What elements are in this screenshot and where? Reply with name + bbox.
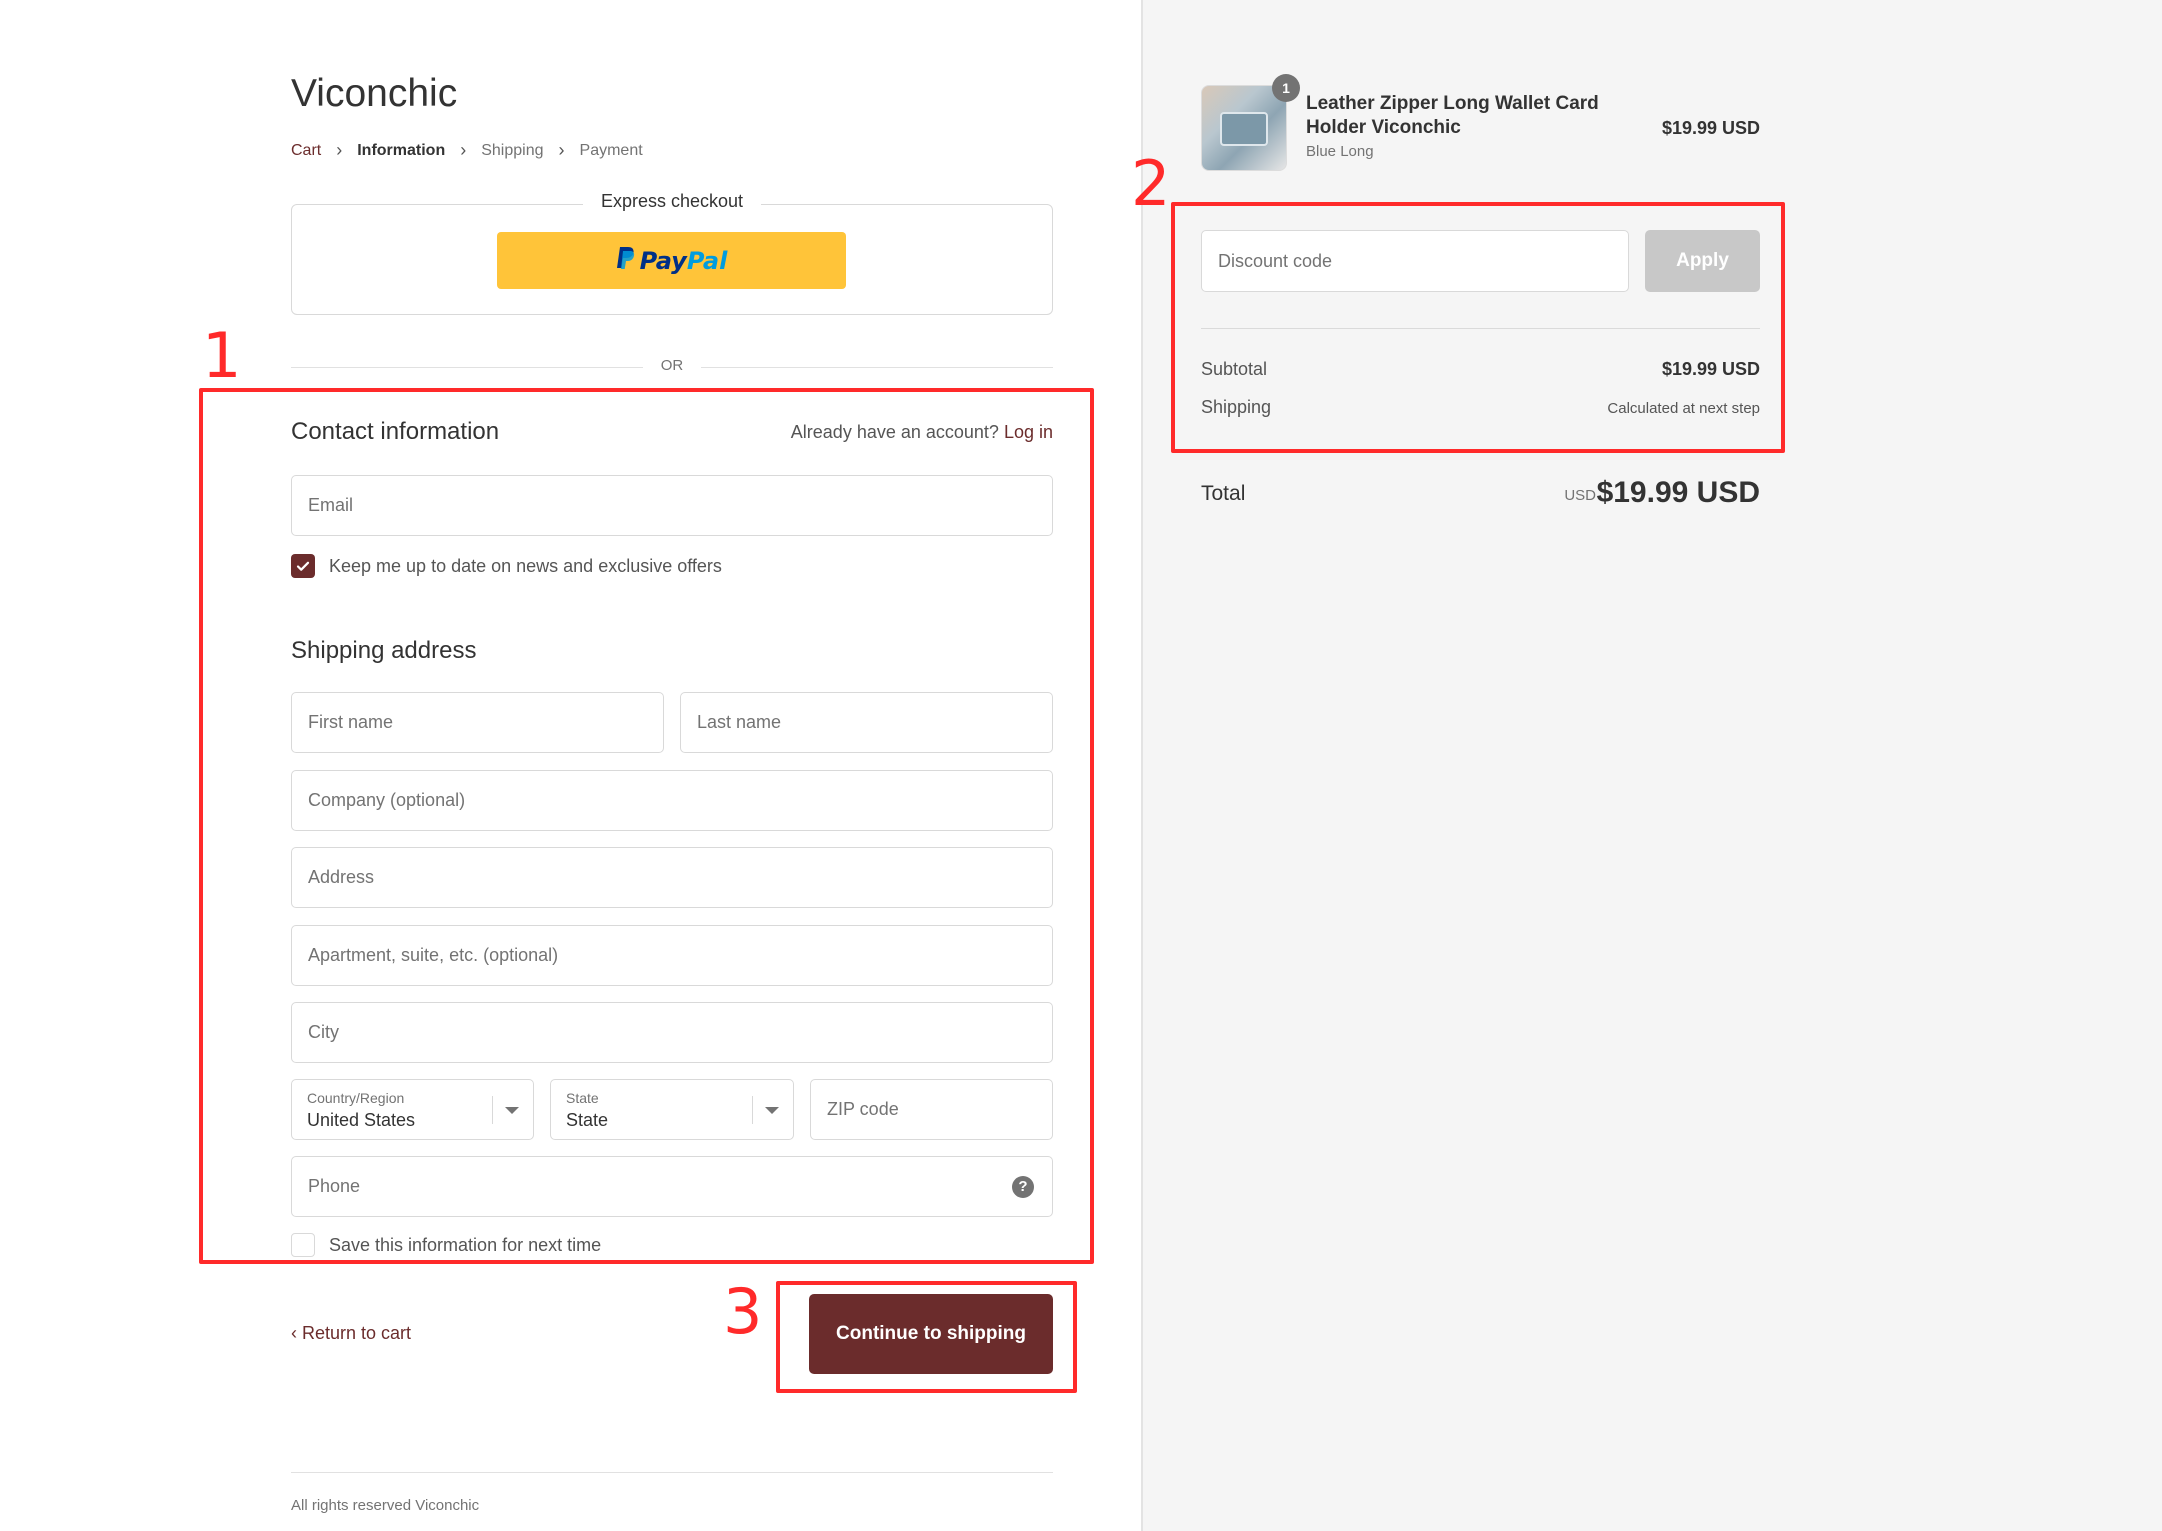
paypal-button[interactable]: Pay Pal: [497, 232, 846, 289]
breadcrumb-shipping: Shipping: [481, 141, 544, 159]
annotation-box-2: [1171, 202, 1785, 453]
breadcrumb-information: Information: [357, 141, 446, 159]
express-checkout-title: Express checkout: [292, 191, 1052, 212]
quantity-badge: 1: [1272, 74, 1300, 102]
shop-logo[interactable]: Viconchic: [291, 72, 457, 116]
annotation-number-3: 3: [723, 1275, 763, 1348]
annotation-box-3: [776, 1281, 1077, 1393]
return-to-cart-link[interactable]: ‹ Return to cart: [291, 1323, 411, 1344]
breadcrumb: Cart › Information › Shipping › Payment: [291, 140, 643, 161]
or-text: OR: [642, 357, 702, 374]
or-divider: OR: [291, 357, 1053, 377]
breadcrumb-cart[interactable]: Cart: [291, 142, 321, 160]
chevron-left-icon: ‹: [291, 1323, 302, 1343]
product-variant: Blue Long: [1306, 143, 1374, 160]
footer-copyright: All rights reserved Viconchic: [291, 1497, 480, 1514]
product-price: $19.99 USD: [1661, 118, 1760, 138]
annotation-number-1: 1: [202, 319, 242, 392]
annotation-number-2: 2: [1131, 147, 1171, 220]
wallet-image-icon: [1220, 112, 1268, 146]
chevron-right-icon: ›: [460, 140, 467, 160]
chevron-right-icon: ›: [558, 140, 565, 160]
footer-divider: [291, 1472, 1053, 1473]
product-thumbnail: 1: [1201, 74, 1300, 171]
chevron-right-icon: ›: [336, 140, 343, 160]
total-label: Total: [1201, 482, 1246, 505]
paypal-pay-text: Pay: [639, 246, 687, 275]
total-currency: USD: [1564, 487, 1596, 504]
total-value: $19.99 USD: [1596, 476, 1760, 509]
product-name: Leather Zipper Long Wallet Card Holder V…: [1306, 93, 1599, 138]
paypal-logo-icon: [616, 246, 636, 276]
paypal-pal-text: Pal: [686, 246, 728, 275]
annotation-box-1: [199, 388, 1094, 1264]
breadcrumb-payment: Payment: [579, 141, 643, 159]
express-checkout-box: Express checkout Pay Pal: [291, 191, 1053, 315]
